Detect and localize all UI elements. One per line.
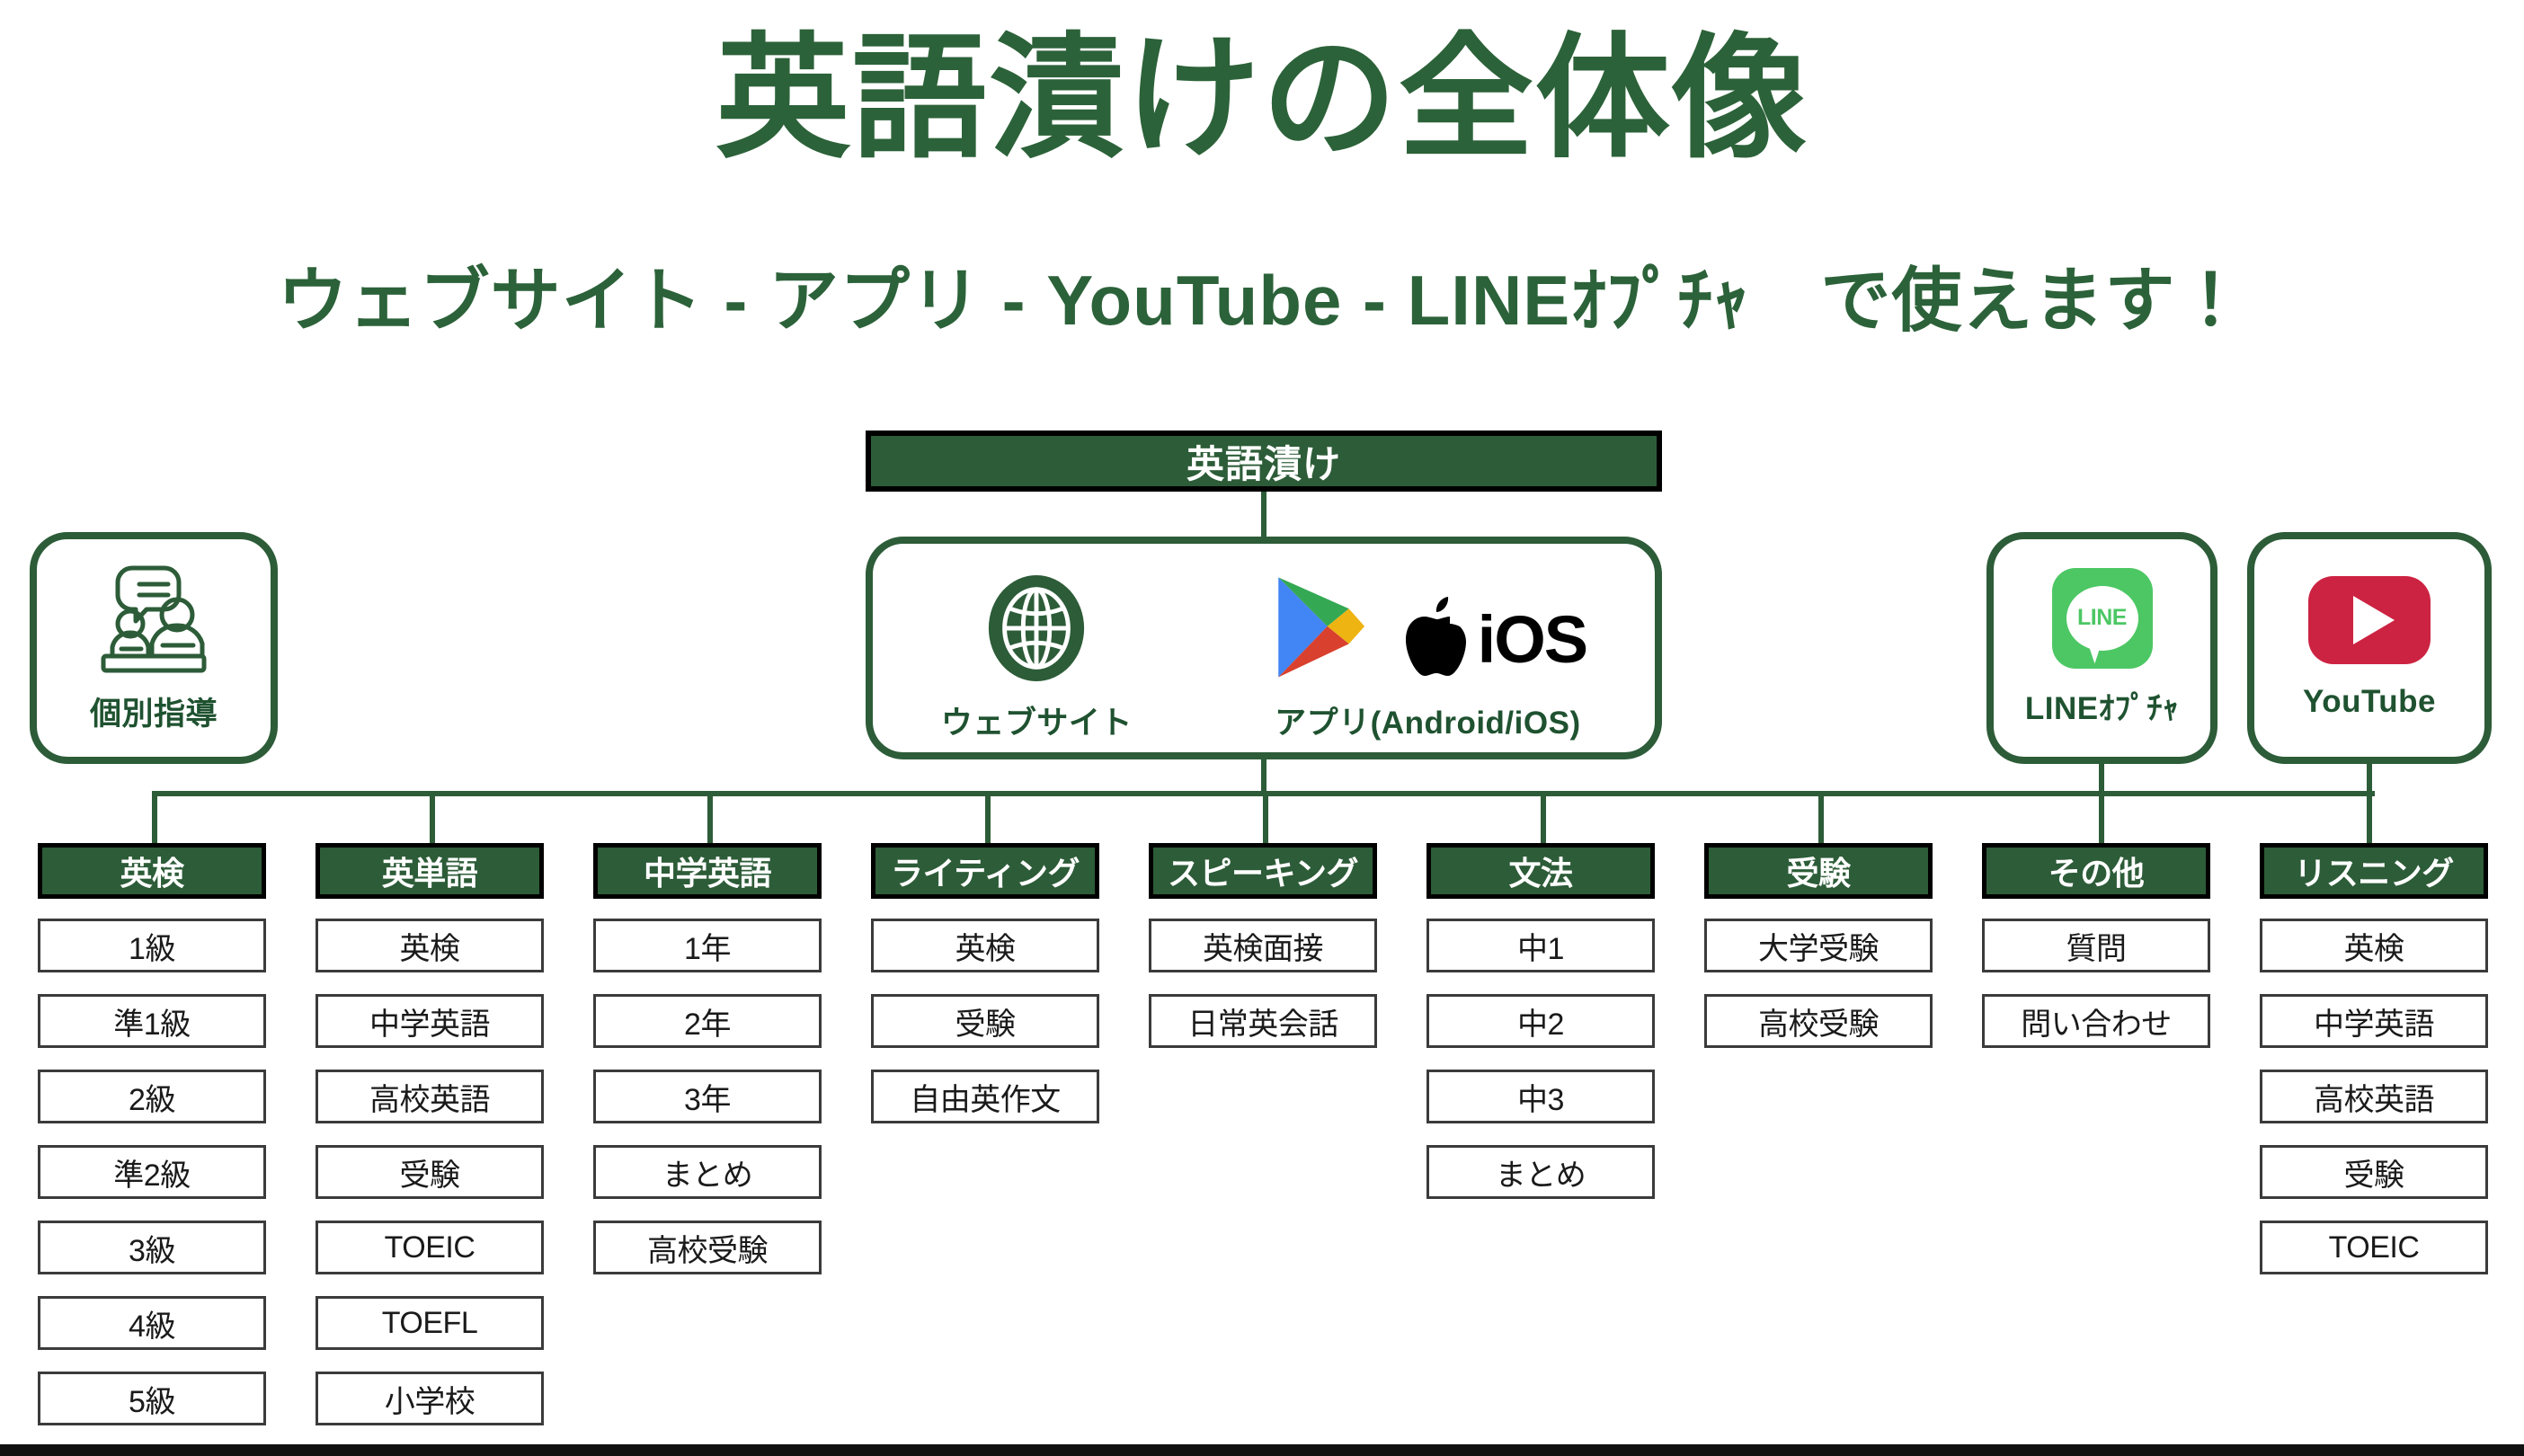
play-triangle-icon [2353, 596, 2395, 644]
category-item[interactable]: まとめ [1426, 1145, 1655, 1199]
page-title: 英語漬けの全体像 [715, 22, 1809, 173]
category-item[interactable]: 小学校 [316, 1372, 544, 1425]
bottom-rule [0, 1444, 2524, 1456]
category-item[interactable]: 準2級 [38, 1145, 266, 1199]
connector-bus-to-col-3 [707, 791, 713, 845]
category-item[interactable]: 3級 [38, 1221, 266, 1274]
category-item[interactable]: TOEFL [316, 1296, 544, 1350]
category-item[interactable]: 自由英作文 [871, 1070, 1099, 1123]
connector-bus-to-col-6 [1541, 791, 1546, 845]
category-item[interactable]: 高校受験 [1704, 994, 1933, 1048]
category-header[interactable]: ライティング [871, 843, 1099, 899]
category-column-9: リスニング英検中学英語高校英語受験 TOEIC [2260, 843, 2488, 1274]
connector-bus-to-col-5 [1263, 791, 1268, 845]
tutoring-icon [101, 565, 207, 672]
connector-bus-horizontal [298, 791, 2375, 796]
card-line-label: LINEｵﾌﾟﾁｬ [2024, 690, 2180, 726]
category-header[interactable]: リスニング [2260, 843, 2488, 899]
category-item[interactable]: 高校英語 [316, 1070, 544, 1123]
category-column-1: 英検 1級準1級 2級準2級 3級 4級 5級 [38, 843, 266, 1425]
category-header[interactable]: 英検 [38, 843, 266, 899]
ios-text: iOS [1477, 602, 1588, 677]
platform-app-label: アプリ(Android/iOS) [1275, 706, 1581, 741]
connector-line-to-bus [2099, 759, 2104, 845]
connector-youtube-to-bus [2367, 759, 2372, 845]
card-tutoring-label: 個別指導 [89, 696, 218, 732]
category-item[interactable]: まとめ [593, 1145, 822, 1199]
card-line-openchat[interactable]: LINE LINEｵﾌﾟﾁｬ [1986, 532, 2217, 764]
category-item[interactable]: 受験 [871, 994, 1099, 1048]
category-item[interactable]: 高校英語 [2260, 1070, 2488, 1123]
category-item[interactable]: 2年 [593, 994, 822, 1048]
root-node-english-immersion: 英語漬け [866, 431, 1662, 492]
category-item[interactable]: 中1 [1426, 919, 1655, 972]
apple-logo-icon [1405, 597, 1466, 676]
category-column-7: 受験大学受験高校受験 [1704, 843, 1933, 1048]
category-item[interactable]: 3年 [593, 1070, 822, 1123]
card-youtube-label: YouTube [2302, 684, 2436, 719]
category-column-2: 英単語英検中学英語高校英語受験 TOEIC TOEFL 小学校 [316, 843, 544, 1425]
category-item[interactable]: 英検面接 [1149, 919, 1377, 972]
category-item[interactable]: TOEIC [316, 1221, 544, 1274]
category-item[interactable]: 1級 [38, 919, 266, 972]
category-item[interactable]: 4級 [38, 1296, 266, 1350]
apple-ios-icon: iOS [1400, 597, 1588, 683]
category-item[interactable]: 英検 [871, 919, 1099, 972]
category-column-3: 中学英語 1年 2年 3年まとめ高校受験 [593, 843, 822, 1274]
connector-bus-to-col-1 [152, 791, 157, 845]
connector-bus-to-col-2 [430, 791, 435, 845]
category-column-6: 文法中1 中2 中3 まとめ [1426, 843, 1655, 1199]
category-item[interactable]: 質問 [1982, 919, 2210, 972]
card-tutoring[interactable]: 個別指導 [30, 532, 278, 764]
connector-bus-left-ext [152, 791, 305, 796]
platform-website[interactable]: ウェブサイト [941, 544, 1133, 752]
category-item[interactable]: 1年 [593, 919, 822, 972]
category-item[interactable]: 受験 [316, 1145, 544, 1199]
line-icon: LINE [2051, 567, 2153, 669]
platform-app[interactable]: iOS アプリ(Android/iOS) [1269, 544, 1588, 752]
category-item[interactable]: 2級 [38, 1070, 266, 1123]
card-youtube[interactable]: YouTube [2247, 532, 2492, 764]
google-play-icon [1277, 577, 1364, 678]
globe-icon [989, 575, 1085, 681]
youtube-icon [2308, 576, 2431, 664]
category-item[interactable]: TOEIC [2260, 1221, 2488, 1274]
category-column-8: その他質問問い合わせ [1982, 843, 2210, 1048]
connector-bus-to-col-4 [985, 791, 991, 845]
platform-website-label: ウェブサイト [940, 706, 1133, 741]
category-item[interactable]: 日常英会話 [1149, 994, 1377, 1048]
category-item[interactable]: 中学英語 [316, 994, 544, 1048]
category-column-5: スピーキング 英検面接日常英会話 [1149, 843, 1377, 1048]
category-item[interactable]: 準1級 [38, 994, 266, 1048]
app-store-icons: iOS [1269, 573, 1588, 688]
category-item[interactable]: 問い合わせ [1982, 994, 2210, 1048]
connector-bus-to-col-7 [1818, 791, 1824, 845]
category-header[interactable]: 英単語 [316, 843, 544, 899]
category-item[interactable]: 5級 [38, 1372, 266, 1425]
category-header[interactable]: 文法 [1426, 843, 1655, 899]
category-item[interactable]: 中2 [1426, 994, 1655, 1048]
category-item[interactable]: 大学受験 [1704, 919, 1933, 972]
category-item[interactable]: 英検 [316, 919, 544, 972]
category-item[interactable]: 受験 [2260, 1145, 2488, 1199]
category-item[interactable]: 中学英語 [2260, 994, 2488, 1048]
connector-root-to-platforms [1261, 492, 1266, 537]
category-header[interactable]: スピーキング [1149, 843, 1377, 899]
category-header[interactable]: その他 [1982, 843, 2210, 899]
page-subtitle: ウェブサイト - アプリ - YouTube - LINEｵﾌﾟﾁｬ で使えます… [277, 261, 2247, 340]
category-item[interactable]: 中3 [1426, 1070, 1655, 1123]
card-platforms[interactable]: ウェブサイト iOS アプリ(Android/iOS) [866, 537, 1662, 759]
category-item[interactable]: 高校受験 [593, 1221, 822, 1274]
category-column-4: ライティング 英検受験自由英作文 [871, 843, 1099, 1123]
category-header[interactable]: 受験 [1704, 843, 1933, 899]
line-logo-text: LINE [2077, 605, 2127, 630]
category-header[interactable]: 中学英語 [593, 843, 822, 899]
category-item[interactable]: 英検 [2260, 919, 2488, 972]
